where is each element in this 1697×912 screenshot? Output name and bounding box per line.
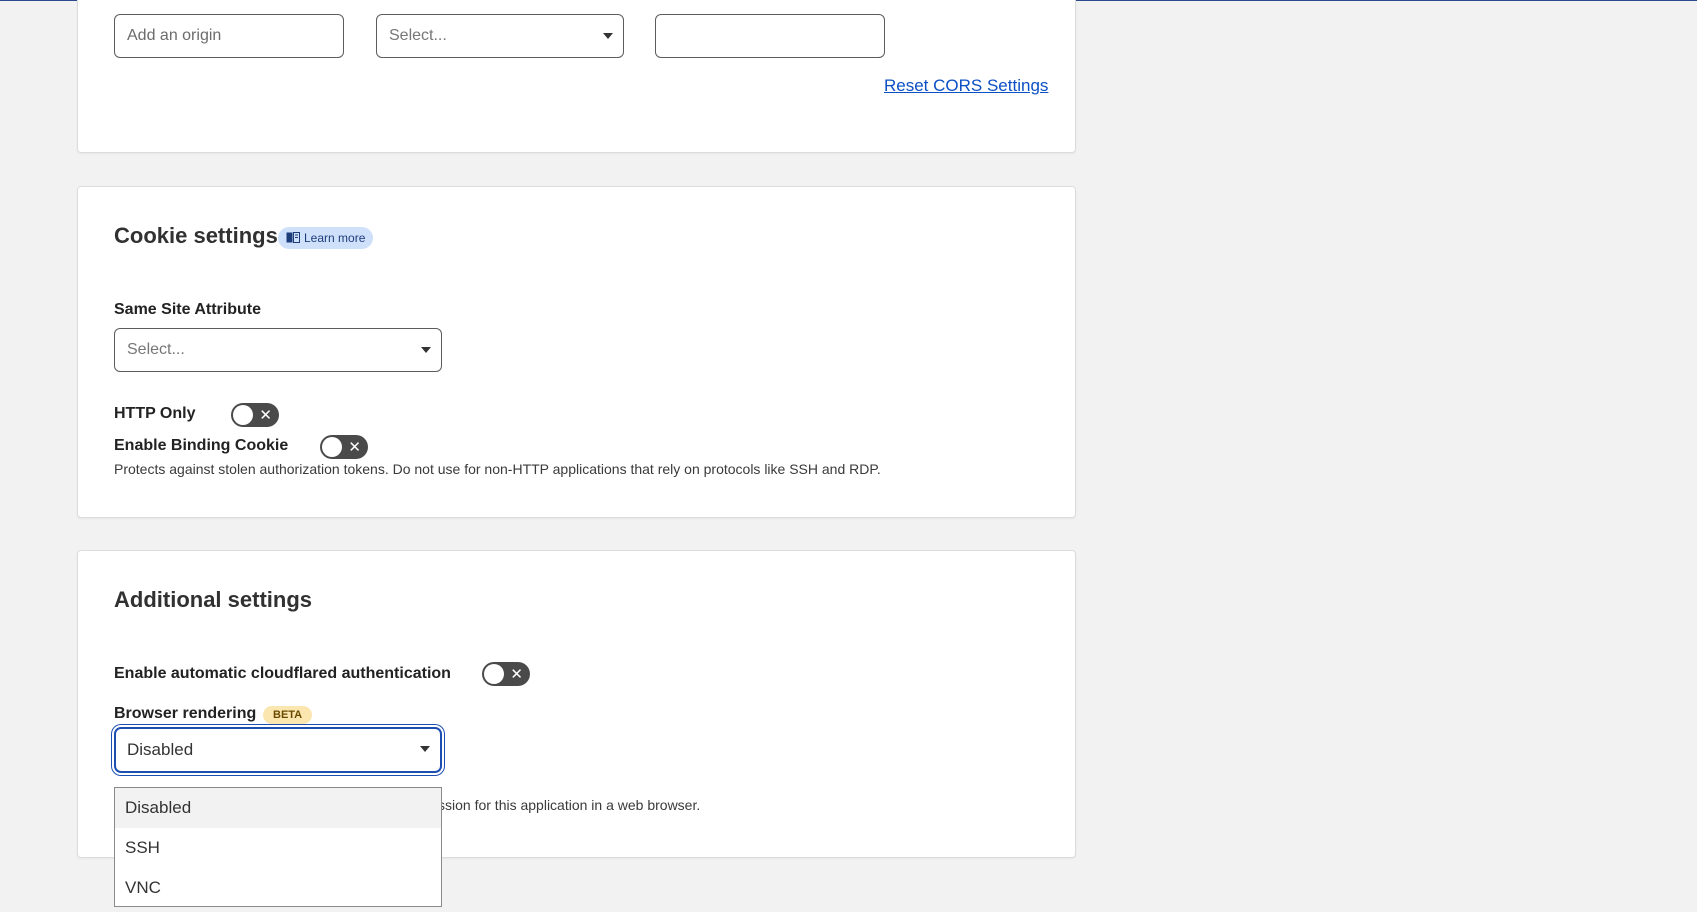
learn-more-label: Learn more [304,231,366,245]
cookie-settings-title: Cookie settings [114,223,278,248]
same-site-label: Same Site Attribute [114,301,261,318]
cloudflared-auth-toggle[interactable]: ✕ [482,662,530,686]
same-site-placeholder: Select... [127,341,185,358]
same-site-select[interactable]: Select... [114,328,442,372]
learn-more-link[interactable]: Learn more [278,227,374,249]
cloudflared-auth-label: Enable automatic cloudflared authenticat… [114,665,451,682]
x-icon: ✕ [259,406,272,424]
http-only-toggle[interactable]: ✕ [231,403,279,427]
binding-cookie-toggle[interactable]: ✕ [320,435,368,459]
cors-settings-card: Add an origin Select... Reset CORS Setti… [77,0,1076,153]
browser-rendering-options-menu: Disabled SSH VNC [114,787,442,907]
browser-rendering-description: ssion for this application in a web brow… [438,797,701,813]
binding-cookie-label: Enable Binding Cookie [114,437,289,454]
origin-input[interactable]: Add an origin [114,14,344,58]
option-vnc[interactable]: VNC [115,868,441,908]
browser-rendering-selected-value: Disabled [127,740,194,759]
chevron-down-icon [420,746,430,752]
toggle-knob [484,664,504,684]
option-ssh[interactable]: SSH [115,828,441,868]
book-icon [286,232,300,243]
chevron-down-icon [421,347,431,353]
http-only-label: HTTP Only [114,405,196,422]
cookie-settings-card: Cookie settings Learn more Same Site Att… [77,186,1076,518]
cors-method-select[interactable]: Select... [376,14,624,58]
browser-rendering-select[interactable]: Disabled [114,727,442,773]
option-disabled[interactable]: Disabled [115,788,441,828]
beta-badge: BETA [263,706,313,724]
x-icon: ✕ [510,665,523,683]
cors-max-age-input[interactable] [655,14,885,58]
origin-input-placeholder: Add an origin [127,27,222,44]
additional-settings-title: Additional settings [114,587,312,612]
binding-cookie-description: Protects against stolen authorization to… [114,461,881,477]
chevron-down-icon [603,33,613,39]
reset-cors-settings-link[interactable]: Reset CORS Settings [884,76,1048,96]
browser-rendering-label: Browser rendering [114,705,257,722]
cors-method-select-placeholder: Select... [389,27,447,44]
toggle-knob [322,437,342,457]
toggle-knob [233,405,253,425]
x-icon: ✕ [348,438,361,456]
